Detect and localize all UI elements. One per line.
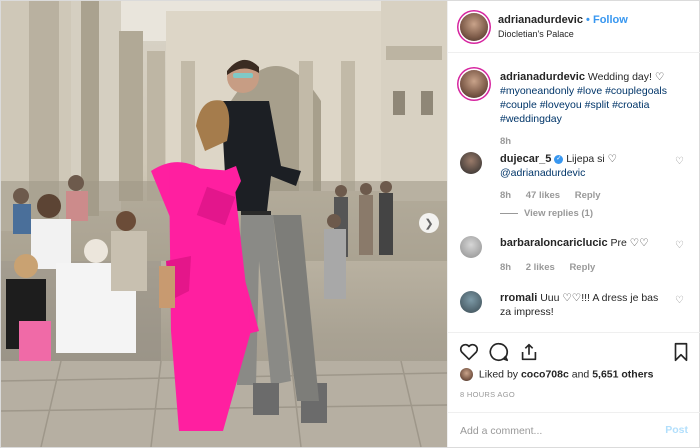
comment-avatar[interactable] [460, 291, 482, 313]
share-icon[interactable] [518, 341, 540, 363]
comment-like-icon[interactable]: ♡ [675, 156, 684, 167]
view-replies-button[interactable]: View replies (1) [500, 208, 593, 219]
comment-item: rromali Uuu ♡♡!!! A dress je bas za impr… [460, 289, 692, 329]
comment-mention[interactable]: @adrianadurdevic [500, 167, 585, 179]
post-sidebar: adrianadurdevic • Follow Diocletian's Pa… [447, 1, 700, 447]
comment-text: Lijepa si ♡ [566, 153, 618, 165]
photo-scene [1, 1, 447, 447]
follow-button[interactable]: Follow [593, 14, 628, 26]
author-username[interactable]: adrianadurdevic [498, 14, 583, 26]
comment-meta: 8h 47 likes Reply [500, 190, 613, 201]
caption-time: 8h [500, 136, 512, 147]
post-comment-button[interactable]: Post [665, 424, 688, 436]
comment-likes[interactable]: 47 likes [526, 190, 560, 201]
like-heart-icon[interactable] [458, 341, 480, 363]
caption-text: Wedding day! ♡ [587, 71, 665, 83]
comment-like-icon[interactable]: ♡ [675, 240, 684, 251]
chevron-right-icon: ❯ [424, 217, 434, 230]
caption-text-block: adrianadurdevic Wedding day! ♡ #myoneand… [500, 70, 670, 126]
comment-time: 8h [500, 190, 512, 201]
comment-reply-button[interactable]: Reply [569, 262, 595, 273]
caption-username[interactable]: adrianadurdevic [500, 71, 585, 83]
comment-username[interactable]: barbaraloncariclucic [500, 237, 608, 249]
comment-avatar[interactable] [460, 236, 482, 258]
comment-username[interactable]: rromali [500, 292, 537, 304]
post-location[interactable]: Diocletian's Palace [498, 29, 574, 39]
likes-summary[interactable]: Liked by coco708c and 5,651 others [460, 368, 654, 381]
comment-text-block: barbaraloncariclucic Pre ♡♡ [500, 236, 670, 250]
comment-text: Pre ♡♡ [610, 237, 649, 249]
comment-text-block: dujecar_5 ✓ Lijepa si ♡ @adrianadurdevic [500, 152, 670, 180]
post-actions: Liked by coco708c and 5,651 others 8 HOU… [448, 332, 700, 442]
comment-likes[interactable]: 2 likes [526, 262, 555, 273]
comment-text-block: rromali Uuu ♡♡!!! A dress je bas za impr… [500, 291, 670, 319]
comment-avatar[interactable] [460, 152, 482, 174]
comment-time: 8h [500, 262, 512, 273]
follow-separator: • [586, 14, 590, 26]
comment-username[interactable]: dujecar_5 [500, 153, 551, 165]
caption-hashtags[interactable]: #myoneandonly #love #couplegoals #couple… [500, 85, 667, 125]
likes-count[interactable]: 5,651 others [592, 368, 653, 380]
post-photo[interactable]: ❯ [1, 1, 447, 447]
post-header: adrianadurdevic • Follow Diocletian's Pa… [448, 1, 700, 53]
next-photo-button[interactable]: ❯ [419, 213, 439, 233]
verified-badge-icon: ✓ [554, 154, 564, 164]
post-timestamp[interactable]: 8 HOURS AGO [460, 390, 515, 399]
comment-item: dujecar_5 ✓ Lijepa si ♡ @adrianadurdevic… [460, 150, 692, 220]
caption-avatar[interactable] [460, 70, 488, 98]
comment-reply-button[interactable]: Reply [575, 190, 601, 201]
add-comment-input[interactable] [460, 422, 640, 440]
comment-bubble-icon[interactable] [488, 341, 510, 363]
instagram-post: ❯ adrianadurdevic • Follow Diocletian's … [0, 0, 700, 448]
liker-username[interactable]: coco708c [521, 368, 569, 380]
comment-item: barbaraloncariclucic Pre ♡♡ ♡ 8h 2 likes… [460, 234, 692, 274]
bookmark-icon[interactable] [670, 341, 692, 363]
caption: adrianadurdevic Wedding day! ♡ #myoneand… [460, 68, 692, 148]
comment-meta: 8h 2 likes Reply [500, 262, 607, 273]
add-comment-bar: Post [448, 412, 700, 448]
author-avatar[interactable] [460, 13, 488, 41]
comment-like-icon[interactable]: ♡ [675, 295, 684, 306]
liker-avatar [460, 368, 473, 381]
comments-list: adrianadurdevic Wedding day! ♡ #myoneand… [448, 54, 700, 332]
